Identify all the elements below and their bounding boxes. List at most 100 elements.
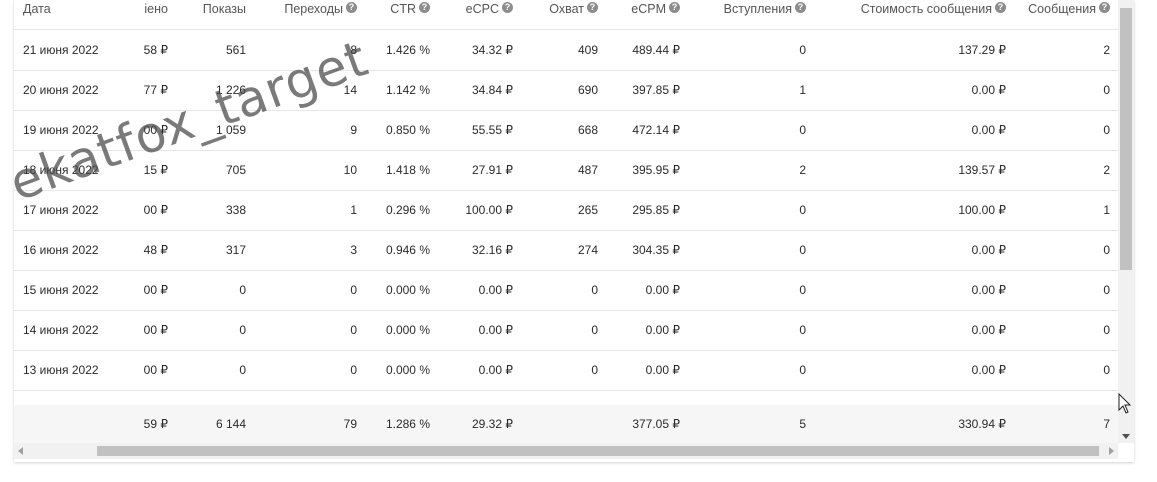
cell-clicks: 9 [350, 123, 357, 137]
column-header-label: Охват [549, 2, 584, 16]
horizontal-scrollbar[interactable] [14, 443, 1118, 459]
total-spent: 59 ₽ [143, 417, 168, 431]
table-row[interactable]: 18 июня 2022 15 ₽ 705 10 1.418 % 27.91 ₽ 487 39… [14, 150, 1118, 191]
cell-impressions: 1 059 [215, 123, 246, 137]
cell-ecpc: 0.00 ₽ [478, 323, 513, 337]
vertical-scrollbar[interactable] [1118, 0, 1134, 443]
table-row[interactable]: 16 июня 2022 48 ₽ 317 3 0.946 % 32.16 ₽ 274 304… [14, 230, 1118, 271]
cell-ecpm: 304.35 ₽ [632, 243, 680, 257]
totals-row: 59 ₽ 6 144 79 1.286 % 29.32 ₽ 377.05 ₽ 5 330.94… [14, 405, 1118, 443]
cell-ecpm: 0.00 ₽ [645, 323, 680, 337]
column-header-impressions[interactable]: Показы [168, 0, 246, 29]
horizontal-scroll-thumb[interactable] [97, 446, 1099, 456]
cell-date: 17 июня 2022 [23, 203, 99, 217]
table-row[interactable]: 21 июня 2022 58 ₽ 561 8 1.426 % 34.32 ₽ 409 489… [14, 30, 1118, 71]
cell-joins: 0 [799, 283, 806, 297]
cell-reach: 265 [577, 203, 598, 217]
arrow-down-icon[interactable] [1122, 434, 1130, 439]
cell-reach: 409 [577, 43, 598, 57]
cell-joins: 0 [799, 243, 806, 257]
cell-messages: 1 [1103, 203, 1110, 217]
cell-date: 15 июня 2022 [23, 283, 99, 297]
column-header-label: CTR [390, 2, 416, 16]
column-header-label: eCPC [465, 2, 499, 16]
cell-spent: 58 ₽ [143, 43, 168, 57]
cell-spent: 00 ₽ [143, 363, 168, 377]
column-header-messages[interactable]: Сообщения? [1006, 0, 1110, 29]
question-circle-icon[interactable]: ? [419, 2, 430, 13]
cell-date: 20 июня 2022 [23, 83, 99, 97]
cell-ecpc: 55.55 ₽ [472, 123, 513, 137]
cell-joins: 0 [799, 203, 806, 217]
column-header-clicks[interactable]: Переходы? [246, 0, 357, 29]
total-ctr: 1.286 % [385, 417, 430, 431]
table-row[interactable]: 15 июня 2022 00 ₽ 0 0 0.000 % 0.00 ₽ 0 0.00 ₽ 0 0… [14, 270, 1118, 311]
cell-impressions: 1 226 [215, 83, 246, 97]
cell-spent: 00 ₽ [143, 123, 168, 137]
cell-impressions: 0 [239, 323, 246, 337]
arrow-left-icon[interactable] [18, 447, 23, 455]
total-reach [513, 405, 598, 443]
column-header-label: eCPM [631, 2, 666, 16]
cell-ecpc: 34.32 ₽ [472, 43, 513, 57]
question-circle-icon[interactable]: ? [795, 2, 806, 13]
arrow-right-icon[interactable] [1109, 447, 1114, 455]
cell-reach: 487 [577, 163, 598, 177]
cell-msg_cost: 0.00 ₽ [971, 123, 1006, 137]
question-circle-icon[interactable]: ? [346, 2, 357, 13]
cell-date: 16 июня 2022 [23, 243, 99, 257]
cell-messages: 0 [1103, 123, 1110, 137]
cell-clicks: 0 [350, 363, 357, 377]
cell-messages: 0 [1103, 243, 1110, 257]
cell-ecpm: 0.00 ₽ [645, 363, 680, 377]
cell-clicks: 10 [343, 163, 357, 177]
cell-clicks: 0 [246, 390, 357, 405]
column-header-joins[interactable]: Вступления? [680, 0, 806, 29]
vertical-scroll-thumb[interactable] [1120, 8, 1132, 270]
column-header-label: Вступления [723, 2, 792, 16]
table-row[interactable]: 17 июня 2022 00 ₽ 338 1 0.296 % 100.00 ₽ 265 29… [14, 190, 1118, 231]
cell-ctr: 1.418 % [385, 163, 430, 177]
question-circle-icon[interactable]: ? [502, 2, 513, 13]
column-header-label: Сообщения [1028, 2, 1096, 16]
column-header-date[interactable]: Дата [14, 0, 124, 29]
question-circle-icon[interactable]: ? [1099, 2, 1110, 13]
cell-clicks: 0 [350, 323, 357, 337]
cell-date: 13 июня 2022 [23, 363, 99, 377]
table-row[interactable]: 14 июня 2022 00 ₽ 0 0 0.000 % 0.00 ₽ 0 0.00 ₽ 0 0… [14, 310, 1118, 351]
cell-joins: 2 [799, 163, 806, 177]
cell-impressions: 0 [239, 363, 246, 377]
column-header-spent[interactable]: іено [124, 0, 168, 29]
cell-ecpc: 27.91 ₽ [472, 163, 513, 177]
cell-date: 14 июня 2022 [23, 323, 99, 337]
cell-ctr: 0.000 % [385, 283, 430, 297]
cell-date: 19 июня 2022 [23, 123, 99, 137]
column-header-label: Дата [23, 2, 51, 16]
cell-spent: 00 ₽ [143, 203, 168, 217]
cell-joins: 0 [799, 363, 806, 377]
table-header: Дата іено Показы Переходы? CTR? eCPC? Охват? eC… [14, 0, 1118, 30]
question-circle-icon[interactable]: ? [995, 2, 1006, 13]
statistics-table-panel: Дата іено Показы Переходы? CTR? eCPC? Охват? eC… [14, 0, 1134, 462]
statistics-grid: Дата іено Показы Переходы? CTR? eCPC? Охват? eC… [14, 0, 1118, 443]
cell-reach: 690 [577, 83, 598, 97]
column-header-reach[interactable]: Охват? [513, 0, 598, 29]
cell-msg_cost: 137.29 ₽ [958, 43, 1006, 57]
table-row[interactable]: 13 июня 2022 00 ₽ 0 0 0.000 % 0.00 ₽ 0 0.00 ₽ 0 0… [14, 350, 1118, 391]
total-joins: 5 [799, 417, 806, 431]
cell-messages: 0 [1103, 83, 1110, 97]
column-header-ecpc[interactable]: eCPC? [430, 0, 513, 29]
column-header-ecpm[interactable]: eCPM? [598, 0, 680, 29]
column-header-ctr[interactable]: CTR? [357, 0, 430, 29]
cell-reach: 0 [591, 283, 598, 297]
question-circle-icon[interactable]: ? [587, 2, 598, 13]
cell-msg_cost: 0.00 ₽ [971, 243, 1006, 257]
cell-msg_cost: 100.00 ₽ [958, 203, 1006, 217]
question-circle-icon[interactable]: ? [669, 2, 680, 13]
cell-impressions: 317 [225, 243, 246, 257]
table-row[interactable]: 20 июня 2022 77 ₽ 1 226 14 1.142 % 34.84 ₽ 690… [14, 70, 1118, 111]
table-row[interactable]: 12 июня 202200 ₽000.000 %0.00 ₽00.00 ₽00… [14, 390, 1118, 405]
cell-reach: 0 [591, 323, 598, 337]
column-header-msg_cost[interactable]: Стоимость сообщения? [806, 0, 1006, 29]
table-row[interactable]: 19 июня 2022 00 ₽ 1 059 9 0.850 % 55.55 ₽ 668 4… [14, 110, 1118, 151]
